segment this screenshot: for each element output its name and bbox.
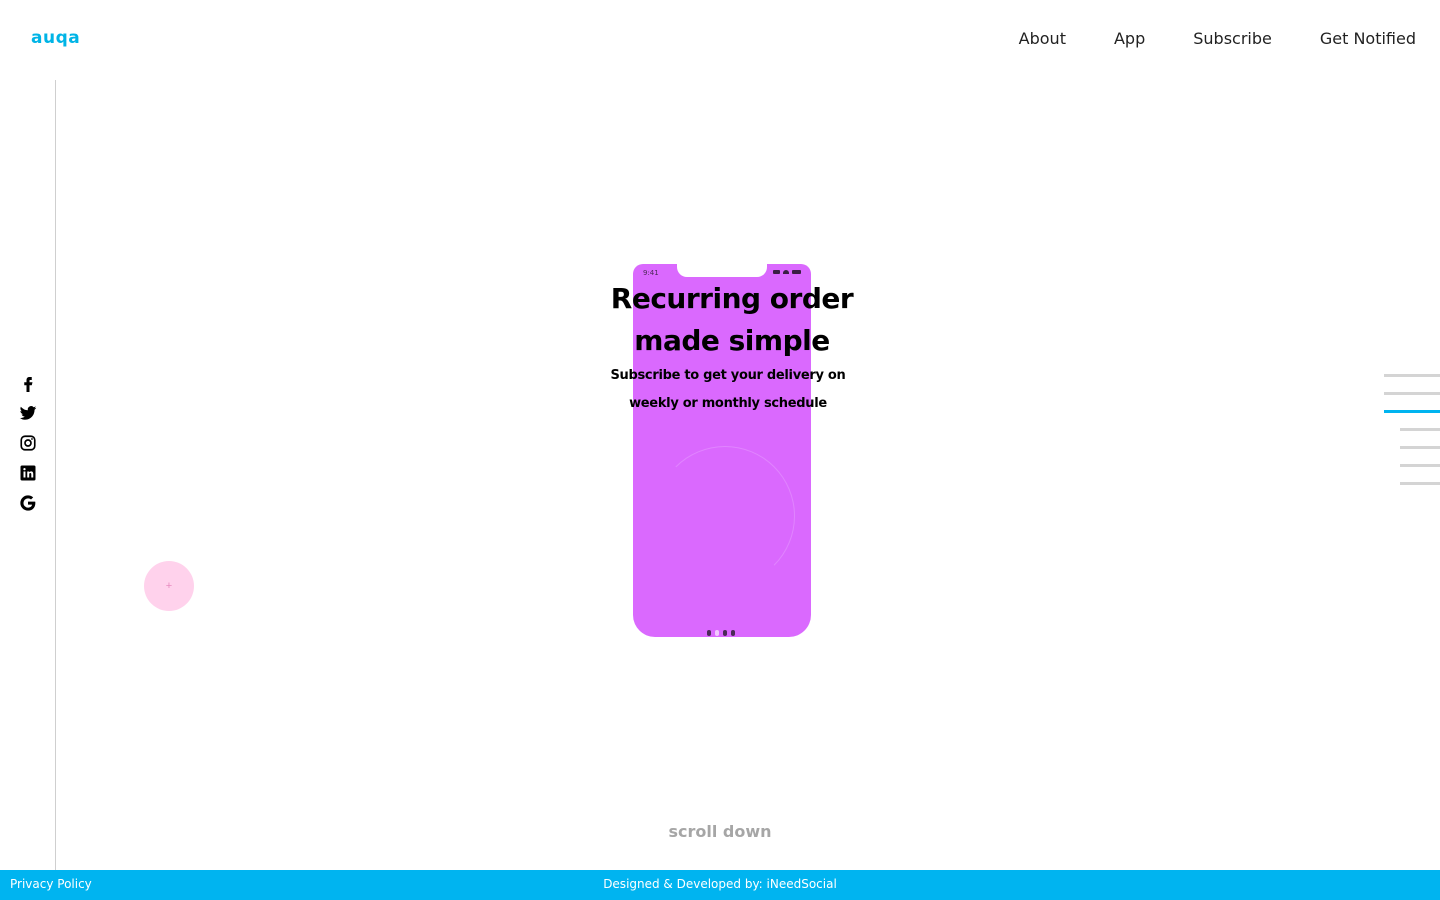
social-links <box>18 373 38 513</box>
google-icon[interactable] <box>18 493 38 513</box>
section-indicator-line[interactable] <box>1400 482 1440 485</box>
hero-subtitle: Subscribe to get your delivery on weekly… <box>592 362 864 418</box>
instagram-icon[interactable] <box>18 433 38 453</box>
signal-icon <box>773 270 780 274</box>
page-dot <box>707 630 711 636</box>
hero-title: Recurring order made simple <box>582 278 882 362</box>
status-icons <box>773 270 801 274</box>
facebook-icon[interactable] <box>18 373 38 393</box>
phone-decor-circle <box>655 446 795 586</box>
section-indicator-line-active[interactable] <box>1384 410 1440 413</box>
privacy-policy-link[interactable]: Privacy Policy <box>10 877 92 891</box>
logo-text: auqa <box>31 28 81 48</box>
left-divider <box>55 80 56 870</box>
top-nav: About App Subscribe Get Notified <box>1019 28 1416 50</box>
page-dot <box>723 630 727 636</box>
nav-get-notified[interactable]: Get Notified <box>1320 28 1416 50</box>
cursor-follower: + <box>144 561 194 611</box>
nav-about[interactable]: About <box>1019 28 1066 50</box>
nav-subscribe[interactable]: Subscribe <box>1193 28 1272 50</box>
section-indicator-line[interactable] <box>1400 464 1440 467</box>
section-indicator-line[interactable] <box>1384 392 1440 395</box>
linkedin-icon[interactable] <box>18 463 38 483</box>
hero-subtitle-line2: weekly or monthly schedule <box>629 396 827 411</box>
scroll-down-link[interactable]: scroll down <box>620 822 820 841</box>
footer-bar: Designed & Developed by: iNeedSocial Pri… <box>0 870 1440 900</box>
footer-credit: Designed & Developed by: iNeedSocial <box>603 877 837 891</box>
page-dot <box>731 630 735 636</box>
wifi-icon <box>783 270 789 274</box>
section-indicator-line[interactable] <box>1384 374 1440 377</box>
page-dots <box>707 630 735 636</box>
hero-title-line1: Recurring order <box>610 282 854 315</box>
battery-icon <box>792 270 801 274</box>
phone-notch <box>677 264 767 277</box>
cursor-glyph: + <box>165 580 173 592</box>
section-indicator-line[interactable] <box>1400 428 1440 431</box>
status-time: 9:41 <box>643 269 659 277</box>
section-indicator-line[interactable] <box>1400 446 1440 449</box>
hero-title-line2: made simple <box>634 324 830 357</box>
nav-app[interactable]: App <box>1114 28 1145 50</box>
brand-logo[interactable]: auqa <box>31 28 80 48</box>
twitter-icon[interactable] <box>18 403 38 423</box>
page-dot <box>715 630 719 636</box>
hero-subtitle-line1: Subscribe to get your delivery on <box>610 368 846 383</box>
